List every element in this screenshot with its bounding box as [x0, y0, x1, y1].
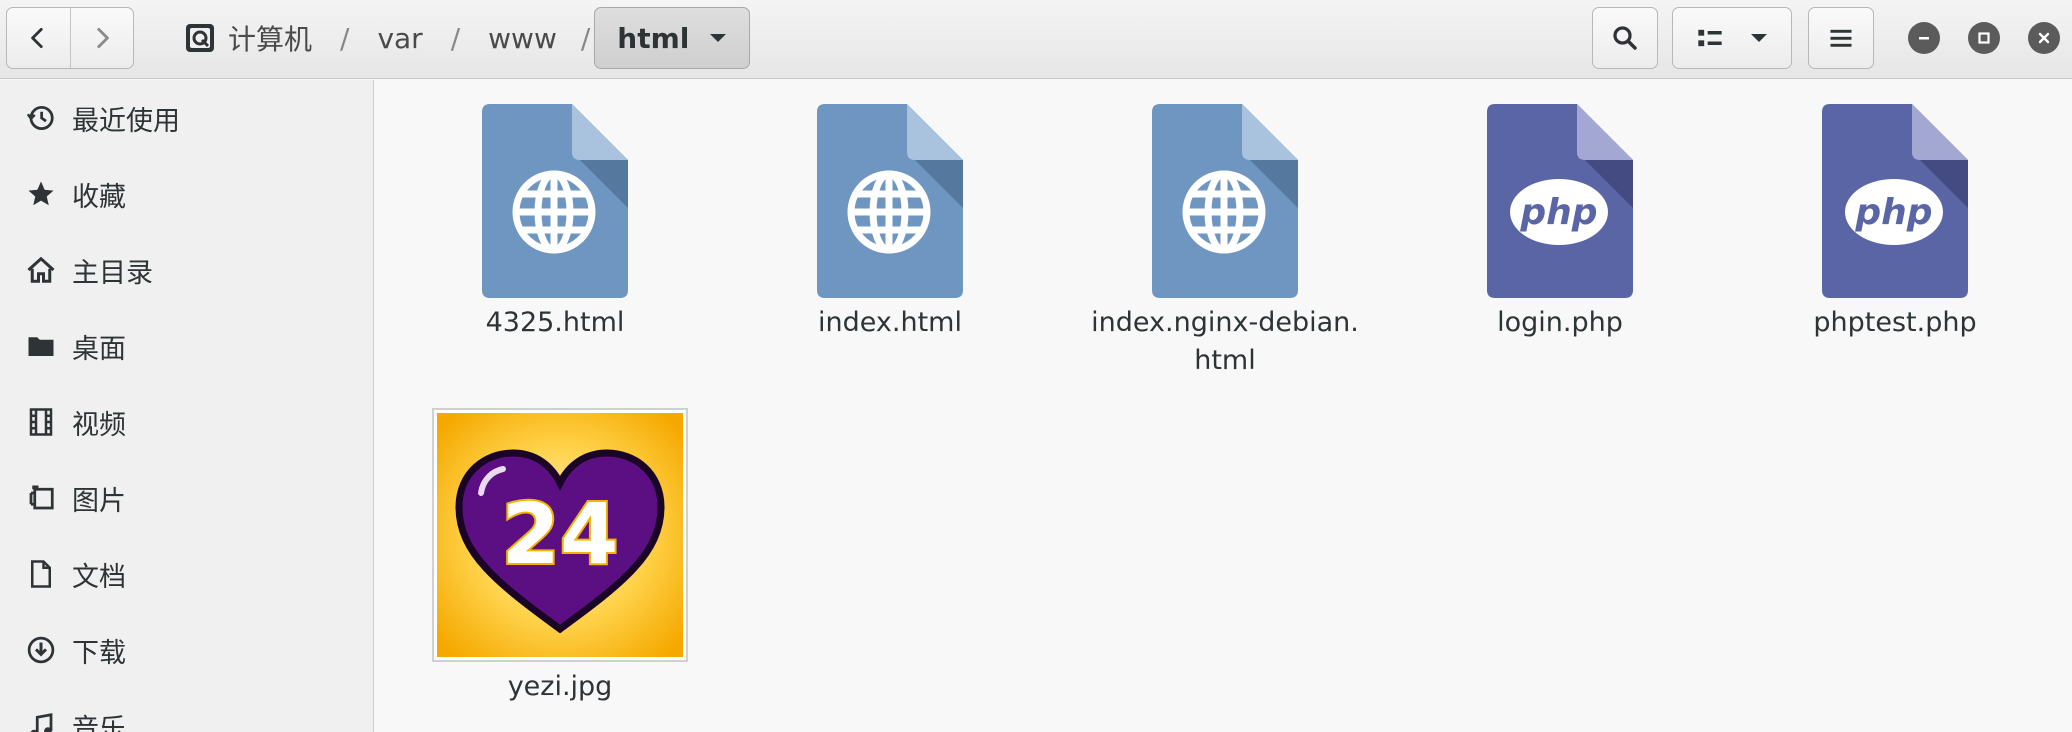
minimize-button[interactable] — [1908, 22, 1940, 54]
sidebar-item-starred[interactable]: 收藏 — [0, 156, 373, 232]
places-sidebar: 最近使用 收藏 主目录 桌面 视频 图片 文档 下载 音乐 — [0, 80, 374, 732]
caret-down-icon — [1751, 34, 1767, 42]
search-icon — [1613, 26, 1637, 50]
list-view-icon — [1698, 29, 1722, 47]
file-name: phptest.php — [1813, 307, 1977, 338]
sidebar-item-downloads[interactable]: 下载 — [0, 612, 373, 688]
breadcrumb-label: 计算机 — [228, 23, 313, 56]
drive-icon — [186, 24, 214, 52]
sidebar-item-label: 下载 — [72, 637, 126, 669]
breadcrumb: 计算机 / var / www / html — [174, 7, 751, 69]
sidebar-item-label: 最近使用 — [72, 105, 180, 137]
view-options-button[interactable] — [1672, 7, 1792, 69]
navigation-buttons — [6, 7, 134, 69]
sidebar-item-desktop[interactable]: 桌面 — [0, 308, 373, 384]
file-item[interactable]: index.html — [755, 104, 1025, 342]
sidebar-item-label: 桌面 — [72, 333, 126, 365]
file-name: login.php — [1497, 307, 1623, 338]
forward-button[interactable] — [69, 8, 133, 68]
file-grid: 4325.html index.html index.nginx-debian.… — [375, 80, 2072, 732]
hamburger-menu-icon — [1830, 29, 1852, 47]
close-icon — [2038, 32, 2050, 44]
main-menu-button[interactable] — [1808, 7, 1874, 69]
sidebar-item-music[interactable]: 音乐 — [0, 688, 373, 732]
file-name: index.html — [818, 307, 962, 338]
breadcrumb-www[interactable]: www — [478, 7, 567, 69]
file-item[interactable]: 4325.html — [420, 104, 690, 342]
file-item[interactable]: 24 yezi.jpg — [425, 408, 695, 706]
breadcrumb-label: var — [377, 21, 423, 55]
sidebar-item-label: 视频 — [72, 409, 126, 441]
php-logo-text: php — [1519, 192, 1597, 233]
file-item[interactable]: index.nginx-debian.html — [1090, 104, 1360, 380]
file-item[interactable]: php login.php — [1425, 104, 1695, 342]
maximize-icon — [1978, 32, 1990, 44]
home-icon — [24, 253, 58, 287]
sidebar-item-label: 文档 — [72, 561, 126, 593]
maximize-button[interactable] — [1968, 22, 2000, 54]
jersey-number-text: 24 — [502, 485, 619, 583]
sidebar-item-home[interactable]: 主目录 — [0, 232, 373, 308]
search-button[interactable] — [1592, 7, 1658, 69]
breadcrumb-current-folder[interactable]: html — [594, 7, 751, 69]
sidebar-item-label: 音乐 — [72, 713, 126, 732]
file-name: 4325.html — [485, 307, 625, 338]
sidebar-item-documents[interactable]: 文档 — [0, 536, 373, 612]
breadcrumb-label: www — [488, 21, 557, 55]
php-file-icon: php — [1487, 104, 1633, 298]
php-file-icon: php — [1822, 104, 1968, 298]
sidebar-item-recent[interactable]: 最近使用 — [0, 80, 373, 156]
html-file-icon — [817, 104, 963, 298]
image-thumbnail: 24 — [437, 413, 683, 657]
html-file-icon — [482, 104, 628, 298]
desktop-folder-icon — [24, 329, 58, 363]
close-button[interactable] — [2028, 22, 2060, 54]
download-icon — [24, 633, 58, 667]
chevron-left-icon — [31, 27, 44, 49]
sidebar-item-label: 主目录 — [72, 257, 153, 289]
header-bar: 计算机 / var / www / html — [0, 0, 2072, 79]
breadcrumb-separator: / — [450, 21, 461, 55]
file-name: yezi.jpg — [507, 671, 613, 702]
breadcrumb-separator: / — [340, 21, 350, 55]
sidebar-item-label: 收藏 — [72, 181, 126, 213]
back-button[interactable] — [7, 8, 70, 68]
minimize-icon — [1919, 37, 1929, 40]
breadcrumb-var[interactable]: var — [367, 7, 432, 69]
sidebar-item-pictures[interactable]: 图片 — [0, 460, 373, 536]
file-item[interactable]: php phptest.php — [1760, 104, 2030, 342]
caret-down-icon — [710, 34, 727, 42]
video-icon — [24, 405, 58, 439]
html-file-icon — [1152, 104, 1298, 298]
breadcrumb-separator: / — [580, 21, 591, 55]
chevron-right-icon — [97, 27, 109, 49]
image-thumbnail-frame: 24 — [432, 408, 688, 662]
recent-icon — [24, 101, 58, 135]
php-logo-text: php — [1854, 192, 1932, 233]
file-name: index.nginx-debian.html — [1091, 307, 1359, 376]
current-folder-label: html — [617, 21, 690, 55]
document-icon — [24, 557, 58, 591]
sidebar-item-videos[interactable]: 视频 — [0, 384, 373, 460]
star-icon — [24, 177, 58, 211]
pictures-icon — [24, 481, 58, 515]
sidebar-item-label: 图片 — [72, 485, 126, 517]
music-icon — [24, 709, 58, 732]
breadcrumb-computer[interactable]: 计算机 — [174, 7, 322, 69]
